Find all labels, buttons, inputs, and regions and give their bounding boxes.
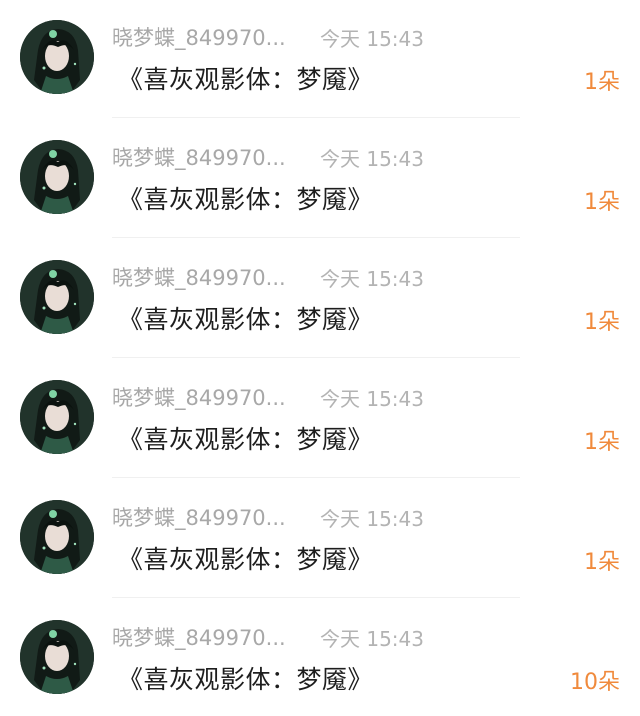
timestamp: 今天 15:43 — [320, 266, 424, 291]
work-title[interactable]: 《喜灰观影体：梦魇》 — [118, 300, 373, 336]
divider — [112, 597, 520, 598]
work-title[interactable]: 《喜灰观影体：梦魇》 — [118, 180, 373, 216]
work-title[interactable]: 《喜灰观影体：梦魇》 — [118, 540, 373, 576]
user-avatar-icon — [20, 20, 94, 94]
flower-count: 1朵 — [584, 70, 620, 95]
list-item[interactable]: 晓梦蝶_849970... 今天 15:43 《喜灰观影体：梦魇》 1朵 — [0, 480, 640, 600]
user-avatar-icon — [20, 260, 94, 334]
list-item[interactable]: 晓梦蝶_849970... 今天 15:43 《喜灰观影体：梦魇》 1朵 — [0, 360, 640, 480]
list-item[interactable]: 晓梦蝶_849970... 今天 15:43 《喜灰观影体：梦魇》 1朵 — [0, 120, 640, 240]
user-avatar-icon — [20, 380, 94, 454]
list-item[interactable]: 晓梦蝶_849970... 今天 15:43 《喜灰观影体：梦魇》 10朵 — [0, 600, 640, 716]
username[interactable]: 晓梦蝶_849970... — [112, 262, 302, 292]
avatar[interactable] — [20, 140, 94, 214]
work-title[interactable]: 《喜灰观影体：梦魇》 — [118, 420, 373, 456]
username[interactable]: 晓梦蝶_849970... — [112, 142, 302, 172]
avatar[interactable] — [20, 620, 94, 694]
item-meta: 晓梦蝶_849970... 今天 15:43 — [112, 22, 424, 52]
divider — [112, 237, 520, 238]
flower-count: 1朵 — [584, 190, 620, 215]
username[interactable]: 晓梦蝶_849970... — [112, 502, 302, 532]
item-meta: 晓梦蝶_849970... 今天 15:43 — [112, 622, 424, 652]
timestamp: 今天 15:43 — [320, 386, 424, 411]
username[interactable]: 晓梦蝶_849970... — [112, 22, 302, 52]
flower-count: 1朵 — [584, 310, 620, 335]
divider — [112, 477, 520, 478]
avatar[interactable] — [20, 20, 94, 94]
divider — [112, 117, 520, 118]
user-avatar-icon — [20, 140, 94, 214]
username[interactable]: 晓梦蝶_849970... — [112, 622, 302, 652]
flower-count: 1朵 — [584, 550, 620, 575]
list-item[interactable]: 晓梦蝶_849970... 今天 15:43 《喜灰观影体：梦魇》 1朵 — [0, 240, 640, 360]
timestamp: 今天 15:43 — [320, 506, 424, 531]
item-meta: 晓梦蝶_849970... 今天 15:43 — [112, 382, 424, 412]
user-avatar-icon — [20, 620, 94, 694]
username[interactable]: 晓梦蝶_849970... — [112, 382, 302, 412]
item-meta: 晓梦蝶_849970... 今天 15:43 — [112, 142, 424, 172]
timestamp: 今天 15:43 — [320, 146, 424, 171]
avatar[interactable] — [20, 380, 94, 454]
user-avatar-icon — [20, 500, 94, 574]
flower-count: 1朵 — [584, 430, 620, 455]
flower-count: 10朵 — [570, 670, 620, 695]
work-title[interactable]: 《喜灰观影体：梦魇》 — [118, 660, 373, 696]
list-item[interactable]: 晓梦蝶_849970... 今天 15:43 《喜灰观影体：梦魇》 1朵 — [0, 0, 640, 120]
timestamp: 今天 15:43 — [320, 626, 424, 651]
item-meta: 晓梦蝶_849970... 今天 15:43 — [112, 502, 424, 532]
avatar[interactable] — [20, 260, 94, 334]
work-title[interactable]: 《喜灰观影体：梦魇》 — [118, 60, 373, 96]
divider — [112, 357, 520, 358]
gift-record-list: 晓梦蝶_849970... 今天 15:43 《喜灰观影体：梦魇》 1朵 晓梦蝶… — [0, 0, 640, 716]
item-meta: 晓梦蝶_849970... 今天 15:43 — [112, 262, 424, 292]
timestamp: 今天 15:43 — [320, 26, 424, 51]
avatar[interactable] — [20, 500, 94, 574]
